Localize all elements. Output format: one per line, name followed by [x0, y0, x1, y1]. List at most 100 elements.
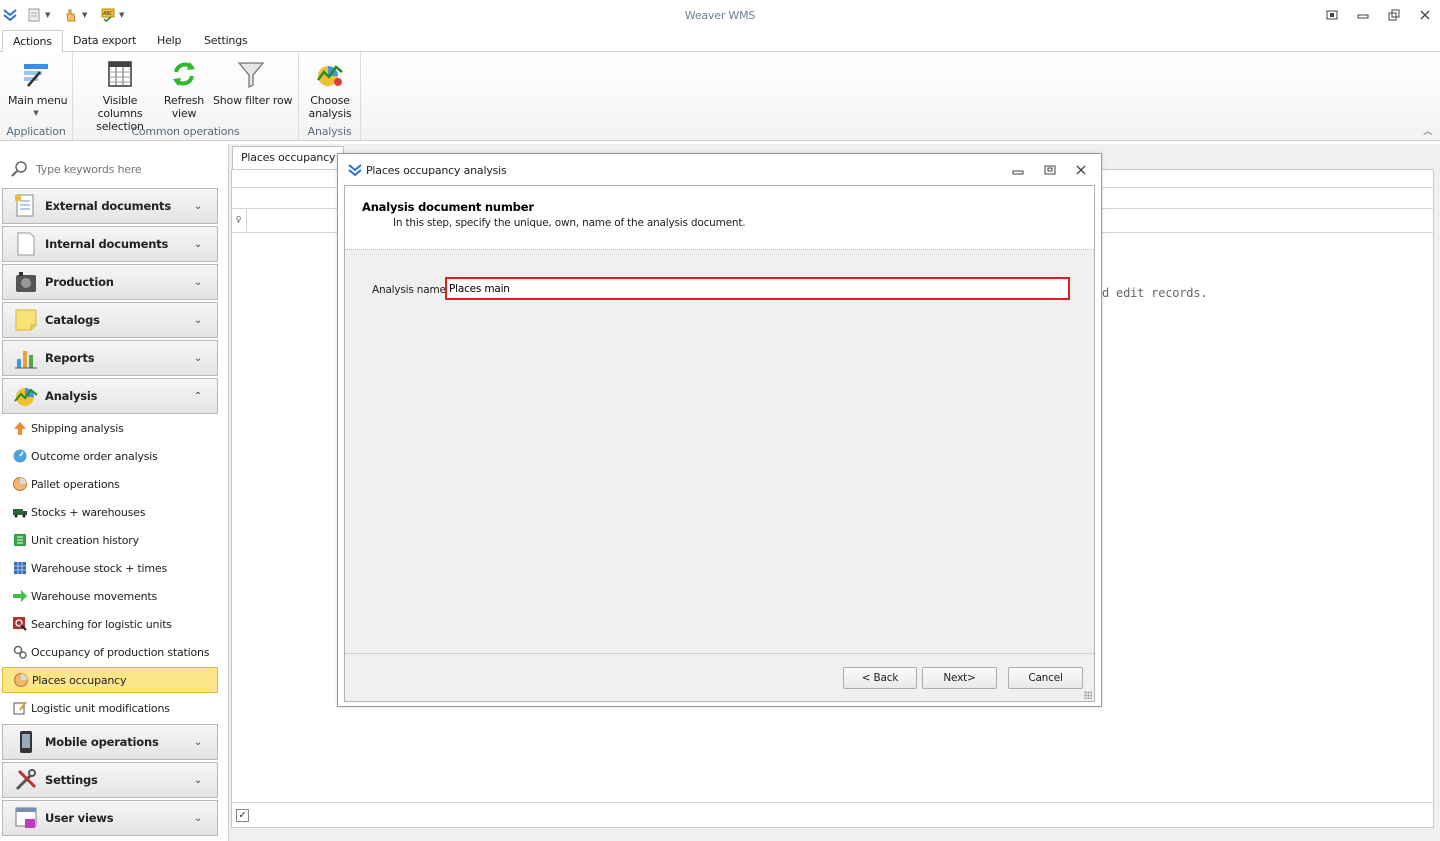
ribbon: Main menu ▼ Application Visible columns … — [0, 52, 1440, 141]
nav-item-label: Places occupancy — [32, 673, 127, 687]
up-arrow-icon — [14, 422, 26, 435]
nav-item-label: Warehouse stock + times — [31, 561, 168, 575]
filter-icon — [237, 62, 265, 89]
nav-group-external-documents[interactable]: External documents ⌄ — [2, 188, 218, 224]
grid-empty-text: d edit records. — [1102, 286, 1208, 300]
resize-grip-icon[interactable] — [1084, 691, 1092, 699]
nav-item-searching-logistic-units[interactable]: Searching for logistic units — [2, 611, 218, 637]
nav-item-label: Searching for logistic units — [31, 617, 172, 631]
nav-item-label: Warehouse movements — [31, 589, 158, 603]
nav-item-occupancy-production-stations[interactable]: Occupancy of production stations — [2, 639, 218, 665]
app-logo-icon — [348, 164, 362, 177]
nav-group-label: External documents — [45, 199, 171, 213]
analysis-name-input[interactable] — [445, 277, 1070, 300]
dialog-footer-divider — [345, 653, 1094, 654]
nav-group-internal-documents[interactable]: Internal documents ⌄ — [2, 226, 218, 262]
nav-group-user-views[interactable]: User views ⌄ — [2, 800, 218, 836]
collapse-ribbon-icon[interactable]: ︿ — [1423, 124, 1432, 137]
title-bar: ▼ ▼ ABC ▼ Weaver WMS — [0, 0, 1440, 30]
chevron-down-icon: ⌄ — [193, 774, 203, 786]
nav-group-production[interactable]: Production ⌄ — [2, 264, 218, 300]
nav-group-reports[interactable]: Reports ⌄ — [2, 340, 218, 376]
dropdown-arrow-icon: ▼ — [33, 109, 39, 117]
footer-checkbox[interactable]: ✓ — [236, 809, 249, 822]
nav-group-catalogs[interactable]: Catalogs ⌄ — [2, 302, 218, 338]
back-button[interactable]: < Back — [843, 667, 917, 689]
edit-icon — [13, 701, 27, 715]
nav-item-pallet-operations[interactable]: Pallet operations — [2, 471, 218, 497]
tab-help[interactable]: Help — [147, 30, 191, 52]
page-icon — [17, 232, 35, 256]
menu-tabs: Actions Data export Help Settings — [0, 30, 1440, 53]
dialog-close-button[interactable] — [1074, 163, 1088, 177]
main-menu-label: Main menu — [8, 94, 68, 107]
nav-item-warehouse-movements[interactable]: Warehouse movements — [2, 583, 218, 609]
refresh-view-button[interactable]: Refresh view — [162, 58, 206, 120]
nav-item-label: Outcome order analysis — [31, 449, 158, 463]
chevron-down-icon: ⌄ — [193, 314, 203, 326]
nav-group-analysis[interactable]: Analysis ⌃ — [2, 378, 218, 414]
restore-button[interactable] — [1386, 7, 1402, 23]
nav-item-logistic-unit-modifications[interactable]: Logistic unit modifications — [2, 695, 218, 721]
nav-item-places-occupancy[interactable]: Places occupancy — [2, 667, 218, 693]
factory-icon — [16, 272, 36, 292]
dialog-title-bar: Places occupancy analysis — [338, 154, 1101, 185]
filter-icon: ♀ — [231, 209, 247, 233]
tab-places-occupancy[interactable]: Places occupancy — [232, 146, 345, 169]
note-icon — [15, 309, 37, 331]
show-filter-row-button[interactable]: Show filter row — [213, 58, 293, 107]
window-title: Weaver WMS — [684, 9, 756, 22]
tab-actions[interactable]: Actions — [2, 30, 63, 53]
nav-item-label: Unit creation history — [31, 533, 139, 547]
gauge-icon — [13, 449, 27, 463]
nav-group-label: Catalogs — [45, 313, 100, 327]
bar-chart-icon — [15, 351, 37, 369]
nav-item-label: Shipping analysis — [31, 421, 124, 435]
fullscreen-button[interactable] — [1324, 7, 1340, 23]
tab-data-export[interactable]: Data export — [63, 30, 146, 52]
choose-analysis-button[interactable]: Choose analysis — [305, 58, 355, 120]
nav-item-label: Stocks + warehouses — [31, 505, 146, 519]
chevron-down-icon: ⌄ — [193, 276, 203, 288]
nav-group-label: User views — [45, 811, 114, 825]
dialog-heading: Analysis document number — [362, 200, 534, 214]
next-button[interactable]: Next> — [922, 667, 997, 689]
nav-item-label: Occupancy of production stations — [31, 645, 210, 659]
nav-item-shipping-analysis[interactable]: Shipping analysis — [2, 415, 218, 441]
nav-item-label: Pallet operations — [31, 477, 120, 491]
nav-item-stocks-warehouses[interactable]: Stocks + warehouses — [2, 499, 218, 525]
close-button[interactable] — [1417, 7, 1433, 23]
minimize-button[interactable] — [1355, 7, 1371, 23]
main-menu-button[interactable]: Main menu ▼ — [8, 58, 68, 120]
dialog-maximize-button[interactable] — [1043, 163, 1057, 177]
refresh-icon — [173, 62, 195, 86]
truck-icon — [13, 509, 27, 518]
nav-group-settings[interactable]: Settings ⌄ — [2, 762, 218, 798]
dialog-minimize-button[interactable] — [1011, 163, 1025, 177]
columns-table-icon — [108, 61, 132, 87]
book-icon — [14, 534, 26, 546]
minimize-icon — [1012, 170, 1024, 175]
analysis-icon — [14, 388, 38, 406]
nav-group-mobile-operations[interactable]: Mobile operations ⌄ — [2, 724, 218, 760]
analysis-dialog: Places occupancy analysis Analysis docum… — [337, 153, 1102, 707]
sidebar-search — [10, 158, 215, 180]
tools-icon — [15, 769, 37, 791]
visible-columns-button[interactable]: Visible columns selection — [83, 58, 157, 133]
nav-item-outcome-order-analysis[interactable]: Outcome order analysis — [2, 443, 218, 469]
chevron-up-icon: ⌃ — [193, 390, 203, 402]
analysis-icon — [317, 65, 343, 86]
nav-item-warehouse-stock-times[interactable]: Warehouse stock + times — [2, 555, 218, 581]
ribbon-group-analysis: Choose analysis Analysis — [299, 52, 361, 140]
chevron-down-icon: ⌄ — [193, 812, 203, 824]
refresh-view-label: Refresh view — [163, 94, 205, 120]
pie-icon — [13, 477, 27, 491]
search-input[interactable] — [36, 162, 206, 176]
nav-item-label: Logistic unit modifications — [31, 701, 170, 715]
user-views-icon — [15, 807, 37, 828]
nav-item-unit-creation-history[interactable]: Unit creation history — [2, 527, 218, 553]
main-menu-icon — [24, 64, 48, 87]
cancel-button[interactable]: Cancel — [1008, 667, 1083, 689]
tab-settings[interactable]: Settings — [194, 30, 258, 52]
show-filter-row-label: Show filter row — [213, 94, 293, 107]
